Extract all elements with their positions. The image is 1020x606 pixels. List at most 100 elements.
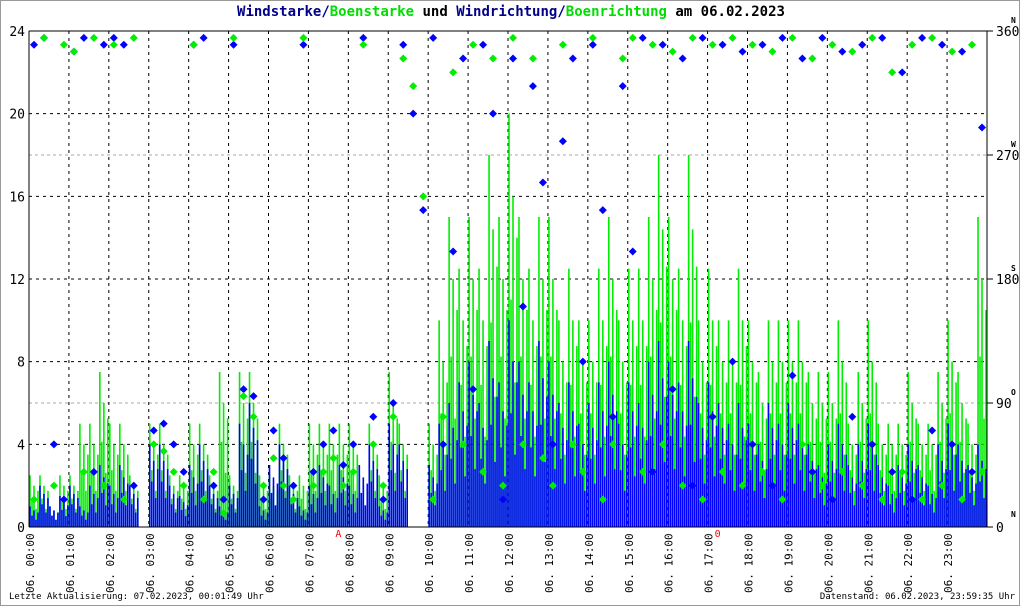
x-tick-label: 06. 00:00	[24, 533, 37, 593]
gust-direction-point	[299, 33, 308, 42]
gust-direction-point	[968, 40, 977, 49]
gust-direction-point	[838, 467, 847, 476]
plot-area: 0 4 8 12 16 20 24 06. 00:00 06. 01:00 06. 02:00 06…	[9, 16, 1019, 593]
gust-direction-point	[918, 495, 927, 504]
wind-direction-point	[598, 206, 607, 215]
gust-direction-point	[389, 412, 398, 421]
wind-direction-point	[798, 54, 807, 63]
gust-direction-point	[648, 40, 657, 49]
wind-direction-point	[898, 68, 907, 77]
gust-direction-point	[179, 481, 188, 490]
wind-direction-point	[938, 40, 947, 49]
gust-direction-point	[608, 440, 617, 449]
wind-direction-point	[638, 33, 647, 42]
data-status: Datenstand: 06.02.2023, 23:59:35 Uhr	[819, 592, 1015, 602]
wind-direction-point	[848, 412, 857, 421]
wind-direction-point	[828, 495, 837, 504]
x-tick-label: 06. 06:00	[264, 533, 277, 593]
wind-direction-point	[409, 109, 418, 118]
x-tick-label: 06. 23:00	[942, 533, 955, 593]
gust-direction-point	[279, 481, 288, 490]
wind-direction-point	[439, 440, 448, 449]
x-tick-label: 06. 01:00	[64, 533, 77, 593]
wind-direction-point	[399, 40, 408, 49]
gust-direction-point	[618, 54, 627, 63]
gust-direction-point	[708, 40, 717, 49]
x-tick-label: 06. 16:00	[663, 533, 676, 593]
gust-direction-point	[698, 495, 707, 504]
wind-direction-point	[449, 247, 458, 256]
wind-direction-point	[279, 454, 288, 463]
wind-direction-point	[868, 440, 877, 449]
chart-window: Windstarke/Boenstarke und Windrichtung/B…	[0, 0, 1020, 606]
gust-direction-point	[349, 467, 358, 476]
wind-direction-point	[469, 385, 478, 394]
wind-direction-point	[978, 123, 987, 132]
right-tick-label: 0	[996, 521, 1004, 536]
compass-label: N	[1011, 510, 1016, 519]
y-tick-label: 20	[9, 108, 25, 123]
gust-direction-point	[758, 467, 767, 476]
right-tick-label: 360	[996, 25, 1019, 40]
gust-direction-point	[189, 40, 198, 49]
wind-direction-point	[349, 440, 358, 449]
y-tick-label: 24	[9, 25, 25, 40]
wind-direction-point	[648, 467, 657, 476]
x-tick-label: 06. 22:00	[902, 533, 915, 593]
wind-direction-point	[818, 33, 827, 42]
gust-direction-point	[818, 481, 827, 490]
gust-direction-point	[209, 467, 218, 476]
gust-direction-point	[948, 47, 957, 56]
wind-direction-point	[958, 47, 967, 56]
wind-direction-point	[369, 412, 378, 421]
gust-direction-point	[528, 54, 537, 63]
y-tick-label: 8	[17, 356, 25, 371]
gust-direction-point	[888, 68, 897, 77]
wind-direction-point	[508, 54, 517, 63]
gust-direction-point	[369, 440, 378, 449]
gust-direction-point	[39, 33, 48, 42]
wind-direction-point	[628, 247, 637, 256]
wind-direction-point	[698, 33, 707, 42]
wind-direction-point	[528, 82, 537, 91]
wind-direction-point	[708, 412, 717, 421]
gust-direction-point	[848, 47, 857, 56]
gust-direction-point	[518, 440, 527, 449]
gust-direction-point	[568, 440, 577, 449]
x-tick-label: 06. 13:00	[543, 533, 556, 593]
wind-direction-point	[99, 40, 108, 49]
gust-direction-point	[538, 454, 547, 463]
gust-direction-point	[668, 47, 677, 56]
wind-direction-point	[179, 467, 188, 476]
gust-direction-point	[828, 40, 837, 49]
gust-direction-point	[29, 495, 38, 504]
gust-direction-point	[429, 495, 438, 504]
wind-direction-point	[538, 178, 547, 187]
wind-direction-point	[459, 54, 468, 63]
wind-direction-point	[658, 40, 667, 49]
gust-direction-point	[878, 495, 887, 504]
gust-direction-point	[309, 481, 318, 490]
wind-direction-point	[259, 495, 268, 504]
x-tick-label: 06. 17:00	[703, 533, 716, 593]
wind-direction-point	[608, 412, 617, 421]
y-tick-label: 4	[17, 438, 25, 453]
wind-direction-point	[918, 33, 927, 42]
gust-direction-point	[449, 68, 458, 77]
y-tick-label: 12	[9, 273, 25, 288]
gust-direction-point	[638, 467, 647, 476]
wind-direction-point	[548, 440, 557, 449]
wind-direction-point	[618, 82, 627, 91]
gust-direction-point	[319, 467, 328, 476]
wind-direction-point	[129, 481, 138, 490]
gust-direction-point	[628, 33, 637, 42]
wind-direction-point	[588, 40, 597, 49]
wind-direction-point	[149, 426, 158, 435]
wind-direction-point	[928, 426, 937, 435]
x-tick-label: 06. 12:00	[503, 533, 516, 593]
wind-direction-point	[808, 467, 817, 476]
wind-direction-point	[299, 40, 308, 49]
gust-direction-point	[728, 33, 737, 42]
x-tick-label: 06. 18:00	[743, 533, 756, 593]
x-tick-label: 06. 20:00	[822, 533, 835, 593]
